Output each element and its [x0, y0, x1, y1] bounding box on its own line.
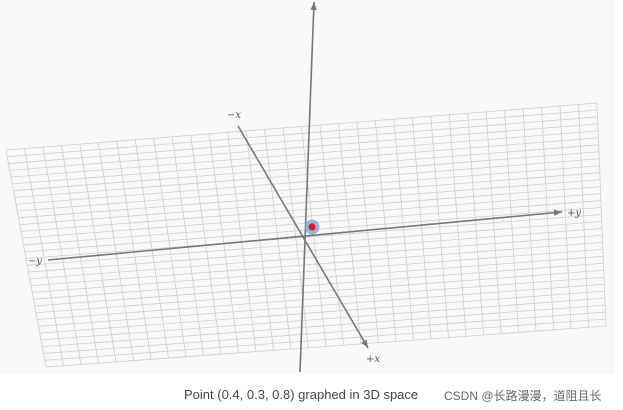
neg-y-axis-label: −y	[28, 256, 42, 267]
xy-plane-grid	[5, 102, 607, 368]
grid-line	[40, 297, 605, 341]
3d-coordinate-plot: −x +x −y +y	[5, 1, 607, 373]
grid-line	[39, 290, 605, 334]
pos-y-axis-label: +y	[567, 208, 581, 219]
grid-line	[38, 283, 605, 327]
grid-line	[448, 114, 467, 337]
grid-line	[30, 241, 603, 287]
point-marker	[308, 223, 316, 231]
grid-line	[29, 235, 603, 280]
neg-x-axis-label: −x	[227, 110, 241, 121]
grid-line	[45, 325, 607, 368]
grid-line	[467, 113, 484, 335]
watermark: CSDN @长路漫漫，道阻且长	[444, 389, 602, 403]
grid-line	[34, 262, 604, 307]
grid-line	[32, 248, 603, 293]
grid-line	[35, 269, 604, 314]
figure-caption: Point (0.4, 0.3, 0.8) graphed in 3D spac…	[184, 387, 419, 402]
x-axis	[237, 125, 369, 349]
grid-line	[42, 304, 606, 348]
grid-line	[37, 276, 605, 320]
grid-line	[43, 311, 606, 354]
plotted-point	[304, 219, 320, 235]
grid-line	[430, 116, 449, 338]
grid-line	[44, 318, 606, 361]
pos-x-axis-label: +x	[366, 354, 380, 365]
3d-graph-viewport: −x +x −y +y	[0, 0, 615, 373]
